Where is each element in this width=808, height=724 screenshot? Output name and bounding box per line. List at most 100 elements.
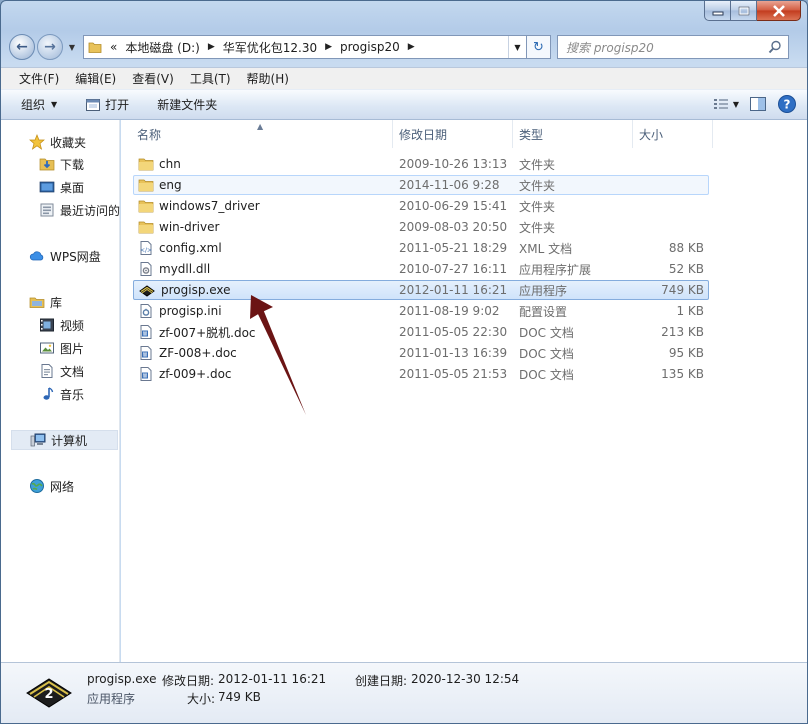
forward-button[interactable]: →: [37, 34, 63, 60]
nav-recent[interactable]: 最近访问的: [39, 200, 120, 220]
view-options-icon[interactable]: [713, 97, 729, 111]
music-note-icon: [43, 387, 54, 400]
file-date: 2009-08-03 20:50: [399, 220, 508, 234]
open-label: 打开: [105, 98, 130, 112]
table-row[interactable]: W ZF-008+.doc 2011-01-13 16:39 DOC 文档 95…: [133, 343, 709, 363]
file-date: 2011-05-21 18:29: [399, 241, 508, 255]
recent-places-icon: [40, 203, 54, 217]
table-row[interactable]: W zf-009+.doc 2011-05-05 21:53 DOC 文档 13…: [133, 364, 709, 384]
chip-exe-icon: 2: [26, 678, 72, 708]
nav-computer[interactable]: 计算机: [11, 430, 118, 450]
maximize-button[interactable]: [731, 1, 757, 21]
table-row[interactable]: windows7_driver 2010-06-29 15:41 文件夹: [133, 196, 709, 216]
svg-text:2: 2: [44, 687, 53, 702]
file-date: 2011-05-05 22:30: [399, 325, 508, 339]
breadcrumb-overflow[interactable]: «: [106, 40, 121, 54]
table-row[interactable]: W zf-007+脱机.doc 2011-05-05 22:30 DOC 文档 …: [133, 322, 709, 342]
nav-videos[interactable]: 视频: [39, 315, 84, 335]
column-header-size[interactable]: 大小: [633, 120, 713, 148]
table-row[interactable]: mydll.dll 2010-07-27 16:11 应用程序扩展 52 KB: [133, 259, 709, 279]
search-icon[interactable]: [768, 40, 782, 54]
table-row[interactable]: </> config.xml 2011-05-21 18:29 XML 文档 8…: [133, 238, 709, 258]
table-row[interactable]: progisp.ini 2011-08-19 9:02 配置设置 1 KB: [133, 301, 709, 321]
menu-bar: 文件(F) 编辑(E) 查看(V) 工具(T) 帮助(H): [1, 67, 807, 89]
breadcrumb-current[interactable]: progisp20: [336, 40, 404, 54]
file-name: zf-007+脱机.doc: [159, 325, 256, 340]
nav-wps-cloud[interactable]: WPS网盘: [29, 246, 101, 266]
document-library-icon: [41, 364, 53, 378]
table-row[interactable]: win-driver 2009-08-03 20:50 文件夹: [133, 217, 709, 237]
nav-label: 最近访问的: [60, 203, 121, 218]
file-name: zf-009+.doc: [159, 367, 232, 381]
nav-label: 音乐: [60, 387, 85, 402]
details-modified-label: 修改日期:: [162, 674, 215, 688]
downloads-folder-icon: [39, 158, 55, 171]
file-type: DOC 文档: [519, 367, 574, 382]
nav-label: WPS网盘: [50, 249, 101, 264]
table-row[interactable]: eng 2014-11-06 9:28 文件夹: [133, 175, 709, 195]
forward-arrow-icon: →: [44, 39, 56, 55]
svg-text:W: W: [143, 352, 148, 358]
svg-text:?: ?: [784, 98, 791, 112]
menu-tools[interactable]: 工具(T): [184, 70, 237, 87]
dll-file-icon: [140, 262, 152, 276]
menu-help[interactable]: 帮助(H): [241, 70, 295, 87]
details-size-label: 大小:: [187, 692, 216, 706]
details-created-label: 创建日期:: [355, 674, 408, 688]
doc-file-icon: W: [140, 346, 152, 360]
nav-pictures[interactable]: 图片: [39, 338, 84, 358]
back-button[interactable]: ←: [9, 34, 35, 60]
breadcrumb-chevron-icon[interactable]: ▶: [404, 42, 419, 52]
address-bar[interactable]: « 本地磁盘 (D:) ▶ 华军优化包12.30 ▶ progisp20 ▶ ▼: [83, 35, 527, 59]
column-header-type[interactable]: 类型: [513, 120, 633, 148]
recent-pages-dropdown[interactable]: ▼: [65, 43, 79, 52]
help-icon[interactable]: ?: [777, 94, 797, 114]
search-placeholder: 搜索 progisp20: [566, 40, 654, 55]
nav-music[interactable]: 音乐: [39, 384, 84, 404]
nav-desktop[interactable]: 桌面: [39, 177, 84, 197]
maximize-icon: [738, 6, 749, 15]
minimize-button[interactable]: [704, 1, 731, 21]
menu-file[interactable]: 文件(F): [13, 70, 65, 87]
nav-label: 收藏夹: [50, 135, 87, 150]
organize-button[interactable]: 组织 ▼: [21, 96, 57, 113]
open-button[interactable]: 打开: [85, 96, 129, 113]
view-dropdown-chevron-icon[interactable]: ▼: [733, 100, 739, 109]
new-folder-label: 新建文件夹: [157, 98, 218, 112]
refresh-button[interactable]: ↻: [527, 35, 551, 59]
close-button[interactable]: [757, 1, 801, 21]
folder-icon: [138, 158, 154, 171]
file-name-cell: eng: [138, 177, 182, 193]
command-bar: 组织 ▼ 打开 新建文件夹 ▼ ?: [1, 89, 807, 120]
file-name: windows7_driver: [159, 199, 260, 213]
address-history-dropdown[interactable]: ▼: [508, 36, 526, 58]
file-size: 1 KB: [676, 304, 704, 318]
menu-edit[interactable]: 编辑(E): [69, 70, 122, 87]
table-row[interactable]: chn 2009-10-26 13:13 文件夹: [133, 154, 709, 174]
column-header-date[interactable]: 修改日期: [393, 120, 513, 148]
table-row-selected[interactable]: progisp.exe 2012-01-11 16:21 应用程序 749 KB: [133, 280, 709, 300]
nav-favorites[interactable]: 收藏夹: [29, 132, 86, 152]
nav-label: 计算机: [51, 433, 88, 448]
file-size: 749 KB: [661, 283, 704, 297]
breadcrumb-drive[interactable]: 本地磁盘 (D:): [121, 39, 203, 56]
search-input[interactable]: 搜索 progisp20: [557, 35, 789, 59]
svg-text:W: W: [143, 331, 148, 337]
view-controls: ▼ ?: [703, 94, 797, 114]
file-name: win-driver: [159, 220, 220, 234]
breadcrumb-chevron-icon[interactable]: ▶: [321, 42, 336, 52]
folder-icon: [138, 179, 154, 192]
library-icon: [29, 297, 45, 308]
breadcrumb-chevron-icon[interactable]: ▶: [204, 42, 219, 52]
file-name-cell: W zf-009+.doc: [138, 366, 232, 382]
new-folder-button[interactable]: 新建文件夹: [157, 96, 217, 113]
nav-label: 视频: [60, 318, 85, 333]
menu-view[interactable]: 查看(V): [126, 70, 180, 87]
details-file-type: 应用程序: [87, 692, 136, 706]
preview-pane-icon[interactable]: [749, 96, 767, 112]
nav-libraries[interactable]: 库: [29, 292, 62, 312]
nav-documents[interactable]: 文档: [39, 361, 84, 381]
nav-network[interactable]: 网络: [29, 476, 74, 496]
nav-downloads[interactable]: 下载: [39, 154, 84, 174]
breadcrumb-folder[interactable]: 华军优化包12.30: [219, 39, 321, 56]
